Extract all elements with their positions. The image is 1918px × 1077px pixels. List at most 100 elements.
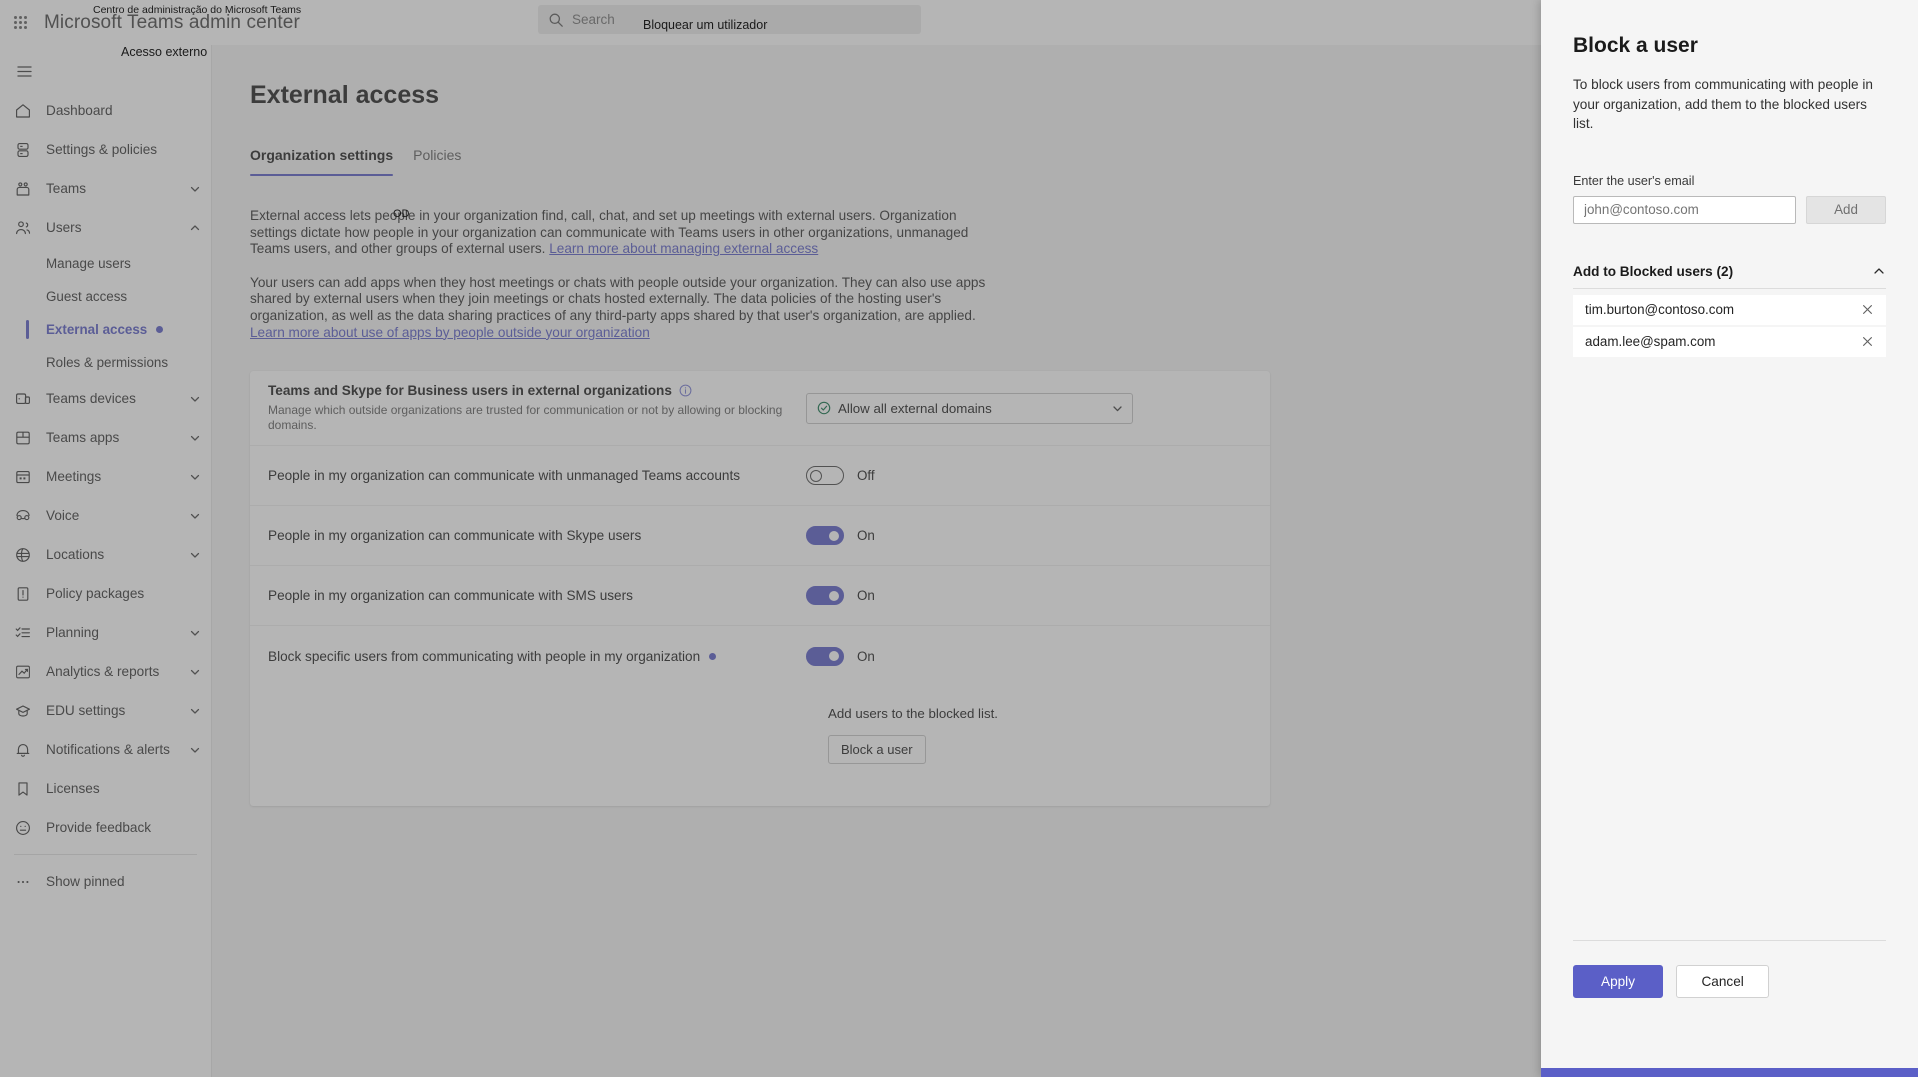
feedback-icon	[14, 819, 32, 837]
search-box[interactable]	[538, 5, 921, 34]
setting-title: Block specific users from communicating …	[268, 649, 806, 664]
chevron-down-icon	[189, 393, 201, 405]
hamburger-icon[interactable]	[2, 51, 46, 91]
sidebar-item-show-pinned[interactable]: Show pinned	[0, 862, 211, 901]
sidebar-item-licenses[interactable]: Licenses	[0, 769, 211, 808]
sidebar-item-teams-apps[interactable]: Teams apps	[0, 418, 211, 457]
toggle-block-specific-users[interactable]	[806, 647, 844, 666]
setting-title-text: Block specific users from communicating …	[268, 649, 700, 664]
blocked-users-hint: Add users to the blocked list.	[828, 706, 1014, 721]
sidebar-item-policy-packages[interactable]: Policy packages	[0, 574, 211, 613]
setting-row-sms-users: People in my organization can communicat…	[250, 566, 1270, 626]
chevron-down-icon	[189, 432, 201, 444]
sidebar-item-provide-feedback[interactable]: Provide feedback	[0, 808, 211, 847]
edu-icon	[14, 702, 32, 720]
sidebar-item-label: Users	[46, 220, 189, 235]
setting-row-block-specific-users: Block specific users from communicating …	[250, 626, 1270, 686]
blocked-users-area: Add users to the blocked list. Block a u…	[250, 686, 1270, 806]
close-icon[interactable]	[1861, 303, 1874, 316]
chevron-down-icon	[189, 510, 201, 522]
sidebar-item-planning[interactable]: Planning	[0, 613, 211, 652]
users-icon	[14, 219, 32, 237]
block-a-user-panel: Block a user To block users from communi…	[1541, 0, 1918, 1077]
chevron-down-icon	[189, 627, 201, 639]
sidebar-item-locations[interactable]: Locations	[0, 535, 211, 574]
sidebar-item-label: Provide feedback	[46, 820, 201, 835]
chevron-down-icon	[1111, 402, 1124, 415]
sidebar-item-external-access[interactable]: External access	[0, 313, 211, 346]
sidebar-subitem-label: External access	[46, 322, 147, 337]
search-icon	[548, 12, 564, 28]
sidebar-item-label: Planning	[46, 625, 189, 640]
home-icon	[14, 102, 32, 120]
sidebar-item-label: Dashboard	[46, 103, 201, 118]
setting-title: People in my organization can communicat…	[268, 468, 806, 483]
close-icon[interactable]	[1861, 335, 1874, 348]
sidebar-item-analytics-reports[interactable]: Analytics & reports	[0, 652, 211, 691]
toggle-unmanaged-teams-accounts[interactable]	[806, 466, 844, 485]
list-item: adam.lee@spam.com	[1573, 327, 1886, 357]
tab-policies[interactable]: Policies	[413, 147, 461, 176]
toggle-skype-users[interactable]	[806, 526, 844, 545]
toggle-knob	[828, 530, 840, 542]
apply-button[interactable]: Apply	[1573, 965, 1663, 998]
ellipsis-icon	[14, 873, 32, 891]
search-input[interactable]	[572, 12, 892, 27]
chevron-up-icon[interactable]	[1872, 264, 1886, 278]
sidebar-item-settings-policies[interactable]: Settings & policies	[0, 130, 211, 169]
sidebar-item-teams-devices[interactable]: Teams devices	[0, 379, 211, 418]
learn-more-apps-link[interactable]: Learn more about use of apps by people o…	[250, 325, 650, 340]
sidebar-item-guest-access[interactable]: Guest access	[0, 280, 211, 313]
setting-row-external-organizations: Teams and Skype for Business users in ex…	[250, 371, 1270, 446]
sidebar-item-voice[interactable]: Voice	[0, 496, 211, 535]
toggle-knob	[810, 470, 822, 482]
info-icon[interactable]	[679, 384, 692, 397]
tab-organization-settings[interactable]: Organization settings	[250, 147, 393, 176]
setting-title-text: People in my organization can communicat…	[268, 528, 641, 543]
licenses-icon	[14, 780, 32, 798]
setting-row-skype-users: People in my organization can communicat…	[250, 506, 1270, 566]
setting-subtitle: Manage which outside organizations are t…	[268, 403, 806, 433]
sidebar-subitem-label: Roles & permissions	[46, 355, 168, 370]
sidebar-item-meetings[interactable]: Meetings	[0, 457, 211, 496]
sidebar-item-teams[interactable]: Teams	[0, 169, 211, 208]
email-field[interactable]	[1573, 196, 1796, 224]
panel-title: Block a user	[1573, 34, 1886, 58]
setting-title-text: People in my organization can communicat…	[268, 588, 633, 603]
sidebar-item-label: Teams devices	[46, 391, 189, 406]
panel-accent-bar	[1541, 1068, 1918, 1077]
external-domains-dropdown[interactable]: Allow all external domains	[806, 393, 1133, 424]
apps-icon	[14, 429, 32, 447]
toggle-knob	[828, 590, 840, 602]
sidebar-item-edu-settings[interactable]: EDU settings	[0, 691, 211, 730]
sidebar-item-notifications-alerts[interactable]: Notifications & alerts	[0, 730, 211, 769]
sidebar-item-label: Meetings	[46, 469, 189, 484]
sidebar-item-dashboard[interactable]: Dashboard	[0, 91, 211, 130]
blocked-users-list: tim.burton@contoso.com adam.lee@spam.com	[1573, 295, 1886, 357]
learn-more-external-access-link[interactable]: Learn more about managing external acces…	[549, 241, 818, 256]
sidebar-item-label: Analytics & reports	[46, 664, 189, 679]
toggle-knob	[828, 650, 840, 662]
sidebar-item-users[interactable]: Users	[0, 208, 211, 247]
policy-packages-icon	[14, 585, 32, 603]
app-launcher-icon[interactable]	[0, 0, 40, 45]
sidebar-item-roles-permissions[interactable]: Roles & permissions	[0, 346, 211, 379]
meetings-icon	[14, 468, 32, 486]
sidebar-item-label: Voice	[46, 508, 189, 523]
settings-card: Teams and Skype for Business users in ex…	[250, 371, 1270, 806]
blocked-user-email: adam.lee@spam.com	[1585, 334, 1715, 349]
blocked-users-section-header[interactable]: Add to Blocked users (2)	[1573, 264, 1886, 289]
sidebar-item-label: EDU settings	[46, 703, 189, 718]
block-a-user-button[interactable]: Block a user	[828, 735, 926, 764]
chevron-down-icon	[189, 549, 201, 561]
tab-label: Policies	[413, 147, 461, 163]
sidebar-item-manage-users[interactable]: Manage users	[0, 247, 211, 280]
setting-title-text: Teams and Skype for Business users in ex…	[268, 383, 672, 398]
sidebar-item-label: Notifications & alerts	[46, 742, 189, 757]
left-navigation: Dashboard Settings & policies Teams	[0, 45, 212, 1077]
panel-footer: Apply Cancel	[1573, 940, 1886, 1077]
cancel-button[interactable]: Cancel	[1676, 965, 1768, 998]
toggle-sms-users[interactable]	[806, 586, 844, 605]
add-button[interactable]: Add	[1806, 196, 1886, 224]
setting-title: People in my organization can communicat…	[268, 528, 806, 543]
